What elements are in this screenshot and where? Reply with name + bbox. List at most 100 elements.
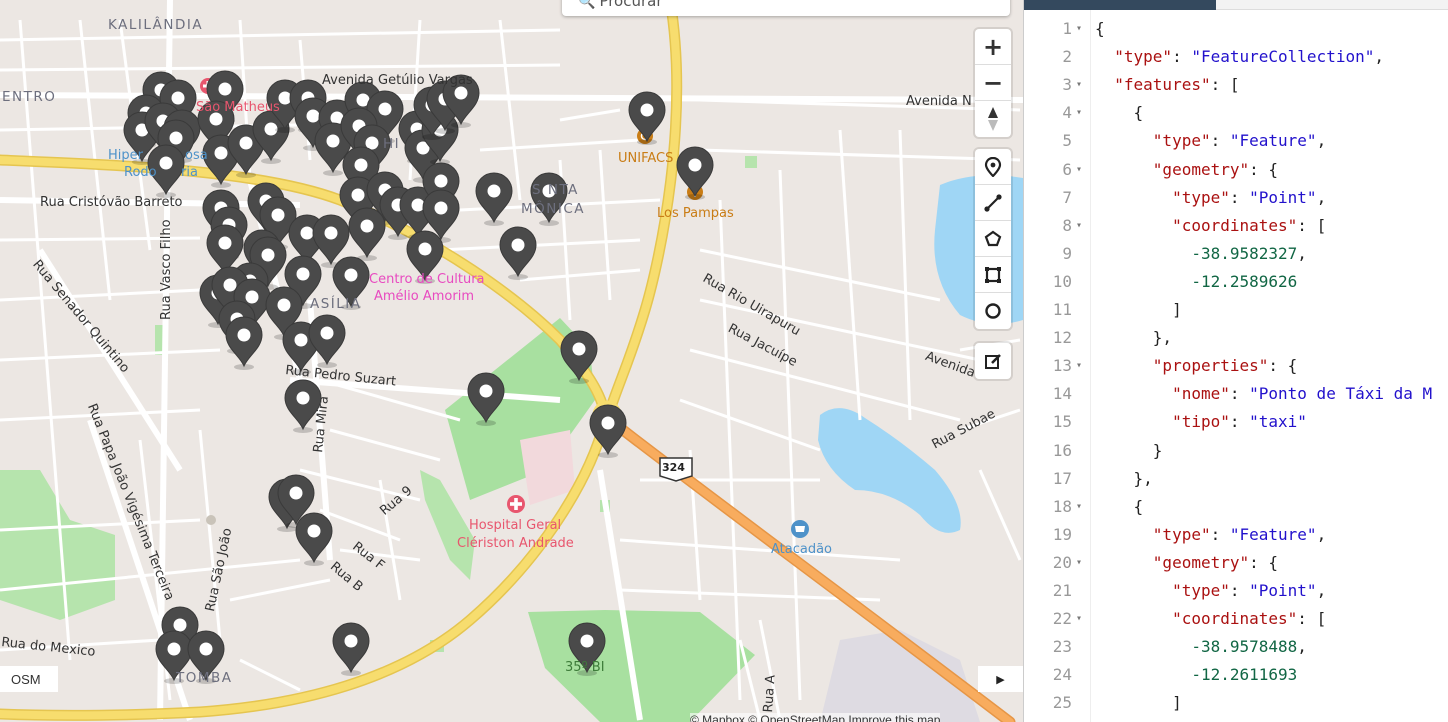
fold-toggle-icon[interactable]: ▾ bbox=[1076, 156, 1088, 184]
json-key: "properties" bbox=[1152, 356, 1269, 376]
collapse-panel-button[interactable]: ▶ bbox=[978, 666, 1023, 692]
map-marker-icon[interactable] bbox=[225, 316, 263, 370]
draw-point-button[interactable] bbox=[975, 149, 1011, 185]
draw-line-button[interactable] bbox=[975, 185, 1011, 221]
plus-icon: + bbox=[982, 32, 1004, 61]
map-base-layer bbox=[0, 0, 1023, 722]
code-line[interactable]: 9 -38.9582327, bbox=[1024, 240, 1448, 268]
json-punctuation: : bbox=[1229, 581, 1250, 600]
compass-button[interactable] bbox=[975, 101, 1011, 137]
line-source: "geometry": { bbox=[1095, 156, 1278, 184]
code-line[interactable]: 24 -12.2611693 bbox=[1024, 661, 1448, 689]
json-key: "type" bbox=[1152, 524, 1211, 544]
code-line[interactable]: 13 ▾ "properties": { bbox=[1024, 352, 1448, 380]
json-punctuation: ] bbox=[1095, 693, 1182, 713]
code-line[interactable]: 5 "type": "Feature", bbox=[1024, 127, 1448, 155]
line-number: 1 bbox=[1062, 19, 1072, 38]
code-line[interactable]: 22 ▾ "coordinates": [ bbox=[1024, 605, 1448, 633]
code-line[interactable]: 4 ▾ { bbox=[1024, 99, 1448, 127]
line-number: 18 bbox=[1052, 496, 1072, 516]
fold-toggle-icon[interactable]: ▾ bbox=[1076, 352, 1088, 380]
code-line[interactable]: 14 "nome": "Ponto de Táxi da M bbox=[1024, 380, 1448, 408]
json-number: -38.9582327 bbox=[1191, 243, 1298, 263]
code-line[interactable]: 20 ▾ "geometry": { bbox=[1024, 549, 1448, 577]
json-punctuation bbox=[1095, 244, 1191, 263]
code-line[interactable]: 11 ] bbox=[1024, 296, 1448, 324]
json-string: "Feature" bbox=[1229, 524, 1317, 544]
code-line[interactable]: 12 }, bbox=[1024, 324, 1448, 352]
edit-button[interactable] bbox=[975, 343, 1011, 379]
map-marker-icon[interactable] bbox=[348, 207, 386, 261]
draw-polygon-button[interactable] bbox=[975, 221, 1011, 257]
json-punctuation: : bbox=[1210, 131, 1230, 151]
code-line[interactable]: 21 "type": "Point", bbox=[1024, 577, 1448, 605]
line-source: "geometry": { bbox=[1095, 549, 1278, 577]
map-attribution[interactable]: © Mapbox © OpenStreetMap Improve this ma… bbox=[690, 713, 941, 722]
json-string: "Ponto de Táxi da M bbox=[1249, 384, 1433, 404]
code-line[interactable]: 19 "type": "Feature", bbox=[1024, 521, 1448, 549]
code-line[interactable]: 18 ▾ { bbox=[1024, 493, 1448, 521]
code-line[interactable]: 8 ▾ "coordinates": [ bbox=[1024, 212, 1448, 240]
label-hospital-geral: Hospital Geral bbox=[469, 518, 562, 533]
map-marker-icon[interactable] bbox=[499, 226, 537, 280]
line-number: 11 bbox=[1052, 300, 1072, 319]
map-view[interactable]: KALILÂNDIA ENTRO Avenida Getúlio Vargas … bbox=[0, 0, 1023, 722]
compass-icon bbox=[988, 107, 998, 131]
line-number: 23 bbox=[1052, 637, 1072, 657]
search-box[interactable]: 🔍 Procurar bbox=[562, 0, 1010, 16]
fold-toggle-icon[interactable]: ▾ bbox=[1076, 605, 1088, 633]
json-punctuation bbox=[1095, 160, 1153, 179]
map-marker-icon[interactable] bbox=[475, 172, 513, 226]
fold-toggle-icon[interactable]: ▾ bbox=[1076, 493, 1088, 521]
json-key: "type" bbox=[1172, 581, 1230, 600]
label-avenida-getulio-vargas: Avenida Getúlio Vargas bbox=[322, 73, 473, 88]
code-line[interactable]: 10 -12.2589626 bbox=[1024, 268, 1448, 296]
code-line[interactable]: 23 -38.9578488, bbox=[1024, 633, 1448, 661]
line-number: 21 bbox=[1052, 581, 1072, 600]
json-key: "type" bbox=[1114, 47, 1173, 67]
fold-toggle-icon[interactable]: ▾ bbox=[1076, 71, 1088, 99]
line-number: 10 bbox=[1052, 271, 1072, 291]
fold-toggle-icon[interactable]: ▾ bbox=[1076, 212, 1088, 240]
zoom-out-button[interactable]: − bbox=[975, 65, 1011, 101]
code-line[interactable]: 25 ] bbox=[1024, 689, 1448, 717]
line-source: } bbox=[1095, 437, 1163, 465]
label-atacadao: Atacadão bbox=[771, 542, 833, 557]
code-line[interactable]: 17 }, bbox=[1024, 465, 1448, 493]
line-source: }, bbox=[1095, 465, 1153, 493]
map-marker-icon[interactable] bbox=[628, 91, 666, 145]
json-punctuation: , bbox=[1316, 131, 1327, 151]
line-source: "tipo": "taxi" bbox=[1095, 408, 1307, 436]
draw-rectangle-button[interactable] bbox=[975, 257, 1011, 293]
code-line[interactable]: 1 ▾ { bbox=[1024, 15, 1448, 43]
json-editor-pane[interactable]: 1 ▾{2 "type": "FeatureCollection", 3 ▾ "fea… bbox=[1023, 0, 1448, 722]
json-punctuation bbox=[1095, 75, 1114, 94]
json-number: -12.2611693 bbox=[1191, 665, 1298, 685]
code-line[interactable]: 2 "type": "FeatureCollection", bbox=[1024, 43, 1448, 71]
map-marker-icon[interactable] bbox=[295, 512, 333, 566]
code-line[interactable]: 15 "tipo": "taxi" bbox=[1024, 408, 1448, 436]
osm-layer-button[interactable]: OSM bbox=[0, 666, 58, 692]
json-punctuation: { bbox=[1095, 19, 1105, 38]
code-line[interactable]: 6 ▾ "geometry": { bbox=[1024, 156, 1448, 184]
code-line[interactable]: 3 ▾ "features": [ bbox=[1024, 71, 1448, 99]
map-marker-icon[interactable] bbox=[676, 146, 714, 200]
label-rua-cristovao-barreto: Rua Cristóvão Barreto bbox=[40, 195, 183, 210]
fold-toggle-icon[interactable]: ▾ bbox=[1076, 99, 1088, 127]
fold-toggle-icon[interactable]: ▾ bbox=[1076, 15, 1088, 43]
line-source: -38.9582327, bbox=[1095, 240, 1307, 268]
code-line[interactable]: 16 } bbox=[1024, 437, 1448, 465]
json-punctuation bbox=[1095, 665, 1191, 684]
tab-json[interactable] bbox=[1024, 0, 1216, 10]
line-number: 25 bbox=[1052, 693, 1072, 713]
hospital-area bbox=[520, 430, 575, 505]
fold-toggle-icon[interactable]: ▾ bbox=[1076, 549, 1088, 577]
map-marker-icon[interactable] bbox=[332, 622, 370, 676]
search-icon: 🔍 bbox=[578, 0, 596, 10]
json-key: "geometry" bbox=[1152, 552, 1250, 572]
zoom-in-button[interactable]: + bbox=[975, 29, 1011, 65]
map-marker-icon[interactable] bbox=[530, 172, 568, 226]
code-line[interactable]: 7 "type": "Point", bbox=[1024, 184, 1448, 212]
draw-circle-button[interactable] bbox=[975, 293, 1011, 329]
json-punctuation: } bbox=[1095, 440, 1163, 460]
